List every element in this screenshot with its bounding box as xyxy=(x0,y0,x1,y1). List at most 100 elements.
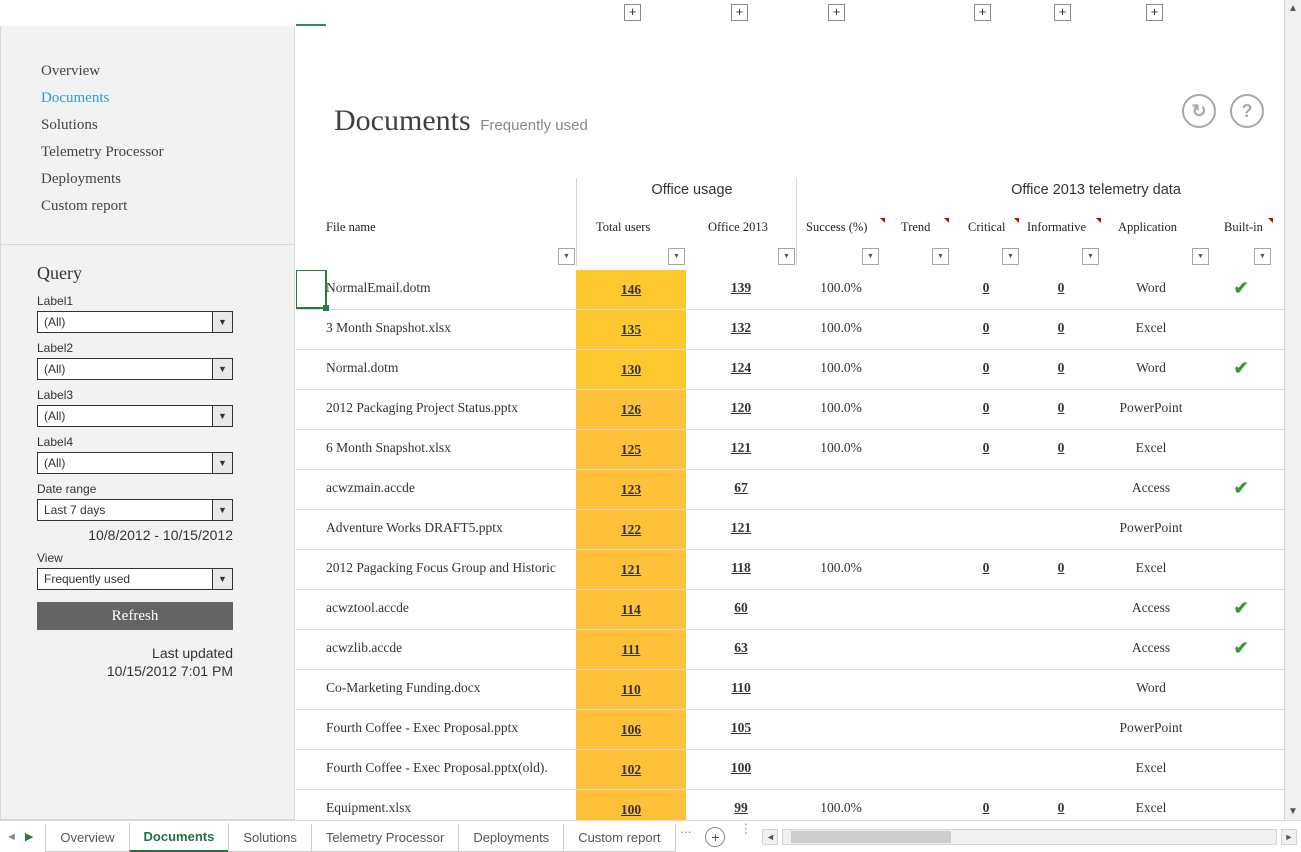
office2013-link[interactable]: 105 xyxy=(731,720,751,735)
chevron-down-icon[interactable] xyxy=(212,406,232,426)
scrollbar-track[interactable] xyxy=(782,829,1277,845)
refresh-icon[interactable]: ↻ xyxy=(1182,94,1216,128)
filter-button[interactable] xyxy=(558,248,575,265)
office2013-link[interactable]: 121 xyxy=(731,440,751,455)
horizontal-scrollbar[interactable]: ◄ ► xyxy=(758,821,1301,852)
office2013-link[interactable]: 124 xyxy=(731,360,751,375)
total-users-link[interactable]: 135 xyxy=(621,322,641,338)
informative-link[interactable]: 0 xyxy=(1058,320,1065,335)
table-row[interactable]: Equipment.xlsx10099100.0%00Excel xyxy=(296,790,1284,820)
query-select-label4[interactable]: (All) xyxy=(37,452,233,474)
office2013-link[interactable]: 110 xyxy=(731,680,751,695)
view-select[interactable]: Frequently used xyxy=(37,568,233,590)
informative-link[interactable]: 0 xyxy=(1058,800,1065,815)
table-row[interactable]: Fourth Coffee - Exec Proposal.pptx(old).… xyxy=(296,750,1284,790)
table-row[interactable]: acwztool.accde11460Access✔ xyxy=(296,590,1284,630)
total-users-link[interactable]: 102 xyxy=(621,762,641,778)
total-users-link[interactable]: 125 xyxy=(621,442,641,458)
chevron-down-icon[interactable] xyxy=(212,500,232,520)
refresh-button[interactable]: Refresh xyxy=(37,602,233,630)
table-row[interactable]: NormalEmail.dotm146139100.0%00Word✔ xyxy=(296,270,1284,310)
query-select-label1[interactable]: (All) xyxy=(37,311,233,333)
table-row[interactable]: Fourth Coffee - Exec Proposal.pptx106105… xyxy=(296,710,1284,750)
query-select-label3[interactable]: (All) xyxy=(37,405,233,427)
table-row[interactable]: acwzmain.accde12367Access✔ xyxy=(296,470,1284,510)
critical-link[interactable]: 0 xyxy=(983,800,990,815)
office2013-link[interactable]: 120 xyxy=(731,400,751,415)
office2013-link[interactable]: 67 xyxy=(734,480,748,495)
table-row[interactable]: Adventure Works DRAFT5.pptx122121PowerPo… xyxy=(296,510,1284,550)
sidebar-item-telemetry-processor[interactable]: Telemetry Processor xyxy=(1,139,294,166)
critical-link[interactable]: 0 xyxy=(983,320,990,335)
total-users-link[interactable]: 146 xyxy=(621,282,641,298)
chevron-down-icon[interactable] xyxy=(212,569,232,589)
sidebar-item-documents[interactable]: Documents xyxy=(1,85,294,112)
scroll-left-icon[interactable]: ◄ xyxy=(762,829,778,845)
total-users-link[interactable]: 106 xyxy=(621,722,641,738)
sidebar-item-deployments[interactable]: Deployments xyxy=(1,166,294,193)
informative-link[interactable]: 0 xyxy=(1058,360,1065,375)
expand-column-button[interactable]: + xyxy=(974,4,991,21)
table-row[interactable]: Normal.dotm130124100.0%00Word✔ xyxy=(296,350,1284,390)
vertical-scrollbar[interactable]: ▲ ▼ xyxy=(1284,0,1301,820)
sheet-tabs-overflow[interactable]: ... xyxy=(675,821,698,852)
sheet-nav-prev-icon[interactable]: ◄ xyxy=(6,831,17,843)
sidebar-item-solutions[interactable]: Solutions xyxy=(1,112,294,139)
chevron-down-icon[interactable] xyxy=(212,453,232,473)
total-users-link[interactable]: 121 xyxy=(621,562,641,578)
total-users-link[interactable]: 100 xyxy=(621,802,641,818)
table-row[interactable]: Co-Marketing Funding.docx110110Word xyxy=(296,670,1284,710)
critical-link[interactable]: 0 xyxy=(983,560,990,575)
filter-button[interactable] xyxy=(668,248,685,265)
table-row[interactable]: 2012 Packaging Project Status.pptx126120… xyxy=(296,390,1284,430)
help-icon[interactable]: ? xyxy=(1230,94,1264,128)
sidebar-item-custom-report[interactable]: Custom report xyxy=(1,193,294,220)
filter-button[interactable] xyxy=(932,248,949,265)
table-row[interactable]: 2012 Pagacking Focus Group and Historic1… xyxy=(296,550,1284,590)
office2013-link[interactable]: 100 xyxy=(731,760,751,775)
total-users-link[interactable]: 111 xyxy=(622,642,641,658)
total-users-link[interactable]: 114 xyxy=(621,602,641,618)
informative-link[interactable]: 0 xyxy=(1058,560,1065,575)
expand-column-button[interactable]: + xyxy=(1054,4,1071,21)
office2013-link[interactable]: 60 xyxy=(734,600,748,615)
tab-custom-report[interactable]: Custom report xyxy=(563,824,675,852)
scroll-right-icon[interactable]: ► xyxy=(1281,829,1297,845)
total-users-link[interactable]: 130 xyxy=(621,362,641,378)
office2013-link[interactable]: 121 xyxy=(731,520,751,535)
office2013-link[interactable]: 139 xyxy=(731,280,751,295)
table-row[interactable]: 6 Month Snapshot.xlsx125121100.0%00Excel xyxy=(296,430,1284,470)
tab-solutions[interactable]: Solutions xyxy=(228,824,311,852)
tab-overview[interactable]: Overview xyxy=(45,824,129,852)
expand-column-button[interactable]: + xyxy=(624,4,641,21)
scroll-up-icon[interactable]: ▲ xyxy=(1285,0,1301,17)
total-users-link[interactable]: 110 xyxy=(621,682,641,698)
filter-button[interactable] xyxy=(862,248,879,265)
date-range-select[interactable]: Last 7 days xyxy=(37,499,233,521)
informative-link[interactable]: 0 xyxy=(1058,400,1065,415)
filter-button[interactable] xyxy=(1082,248,1099,265)
informative-link[interactable]: 0 xyxy=(1058,440,1065,455)
chevron-down-icon[interactable] xyxy=(212,312,232,332)
query-select-label2[interactable]: (All) xyxy=(37,358,233,380)
expand-column-button[interactable]: + xyxy=(828,4,845,21)
total-users-link[interactable]: 122 xyxy=(621,522,641,538)
tab-deployments[interactable]: Deployments xyxy=(458,824,564,852)
filter-button[interactable] xyxy=(1002,248,1019,265)
add-sheet-button[interactable]: + xyxy=(705,827,725,847)
critical-link[interactable]: 0 xyxy=(983,440,990,455)
chevron-down-icon[interactable] xyxy=(212,359,232,379)
table-row[interactable]: acwzlib.accde11163Access✔ xyxy=(296,630,1284,670)
expand-column-button[interactable]: + xyxy=(731,4,748,21)
sidebar-item-overview[interactable]: Overview xyxy=(1,58,294,85)
filter-button[interactable] xyxy=(1192,248,1209,265)
scrollbar-thumb[interactable] xyxy=(791,831,951,843)
filter-button[interactable] xyxy=(1254,248,1271,265)
total-users-link[interactable]: 123 xyxy=(621,482,641,498)
informative-link[interactable]: 0 xyxy=(1058,280,1065,295)
scroll-down-icon[interactable]: ▼ xyxy=(1285,803,1301,820)
expand-column-button[interactable]: + xyxy=(1146,4,1163,21)
table-row[interactable]: 3 Month Snapshot.xlsx135132100.0%00Excel xyxy=(296,310,1284,350)
critical-link[interactable]: 0 xyxy=(983,280,990,295)
office2013-link[interactable]: 63 xyxy=(734,640,748,655)
